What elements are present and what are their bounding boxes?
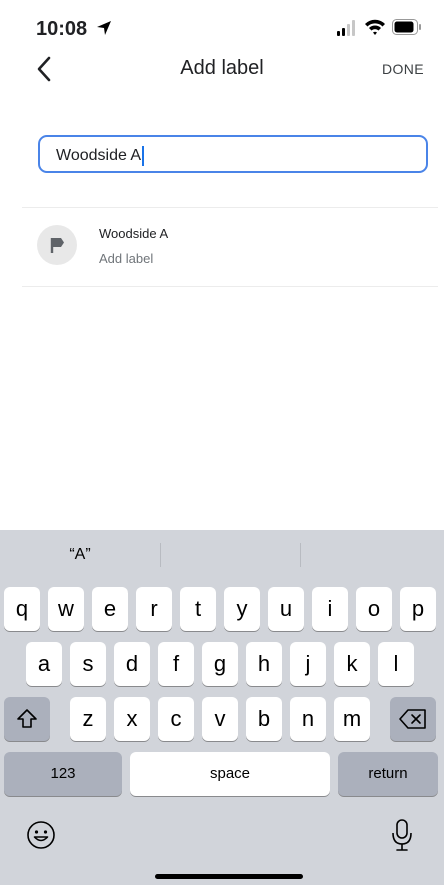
prediction-1[interactable]: “A” [10, 538, 150, 572]
prediction-2[interactable] [162, 538, 300, 572]
emoji-icon[interactable] [26, 820, 56, 850]
page-title: Add label [180, 57, 264, 79]
key-c[interactable]: c [158, 697, 194, 741]
key-v[interactable]: v [202, 697, 238, 741]
label-suggestion[interactable] [22, 208, 438, 286]
key-y[interactable]: y [224, 587, 260, 631]
key-t[interactable]: t [180, 587, 216, 631]
prediction-separator [300, 543, 301, 567]
microphone-icon[interactable] [390, 818, 414, 852]
return-key[interactable]: return [338, 752, 438, 796]
battery-icon [392, 19, 421, 35]
key-p[interactable]: p [400, 587, 436, 631]
key-e[interactable]: e [92, 587, 128, 631]
delete-backspace-icon [399, 709, 426, 729]
key-x[interactable]: x [114, 697, 150, 741]
key-g[interactable]: g [202, 642, 238, 686]
cellular-signal-icon [337, 20, 355, 36]
keyboard: “A” q w e r t y u i o p a s d f g h j k … [0, 530, 444, 885]
home-indicator[interactable] [155, 874, 303, 879]
flag-icon [50, 238, 64, 253]
key-f[interactable]: f [158, 642, 194, 686]
divider [22, 286, 438, 287]
key-i[interactable]: i [312, 587, 348, 631]
space-key[interactable]: space [130, 752, 330, 796]
suggestion-subtitle: Add label [99, 251, 154, 266]
key-o[interactable]: o [356, 587, 392, 631]
key-n[interactable]: n [290, 697, 326, 741]
numbers-key[interactable]: 123 [4, 752, 122, 796]
key-w[interactable]: w [48, 587, 84, 631]
shift-icon [17, 709, 37, 728]
key-q[interactable]: q [4, 587, 40, 631]
key-l[interactable]: l [378, 642, 414, 686]
key-z[interactable]: z [70, 697, 106, 741]
key-j[interactable]: j [290, 642, 326, 686]
key-d[interactable]: d [114, 642, 150, 686]
wifi-icon [365, 19, 385, 35]
key-h[interactable]: h [246, 642, 282, 686]
done-button[interactable]: DONE [382, 61, 424, 77]
key-b[interactable]: b [246, 697, 282, 741]
key-m[interactable]: m [334, 697, 370, 741]
prediction-separator [160, 543, 161, 567]
shift-key[interactable] [4, 697, 50, 741]
suggestion-avatar [37, 225, 77, 265]
key-s[interactable]: s [70, 642, 106, 686]
status-time: 10:08 [36, 18, 88, 40]
key-a[interactable]: a [26, 642, 62, 686]
delete-key[interactable] [390, 697, 436, 741]
key-u[interactable]: u [268, 587, 304, 631]
key-r[interactable]: r [136, 587, 172, 631]
text-caret [142, 146, 145, 166]
location-arrow-icon [97, 21, 111, 35]
key-k[interactable]: k [334, 642, 370, 686]
suggestion-title: Woodside A [99, 226, 169, 241]
label-input-value: Woodside A [56, 147, 142, 165]
prediction-3[interactable] [302, 538, 440, 572]
label-input[interactable]: Woodside A [38, 135, 428, 173]
